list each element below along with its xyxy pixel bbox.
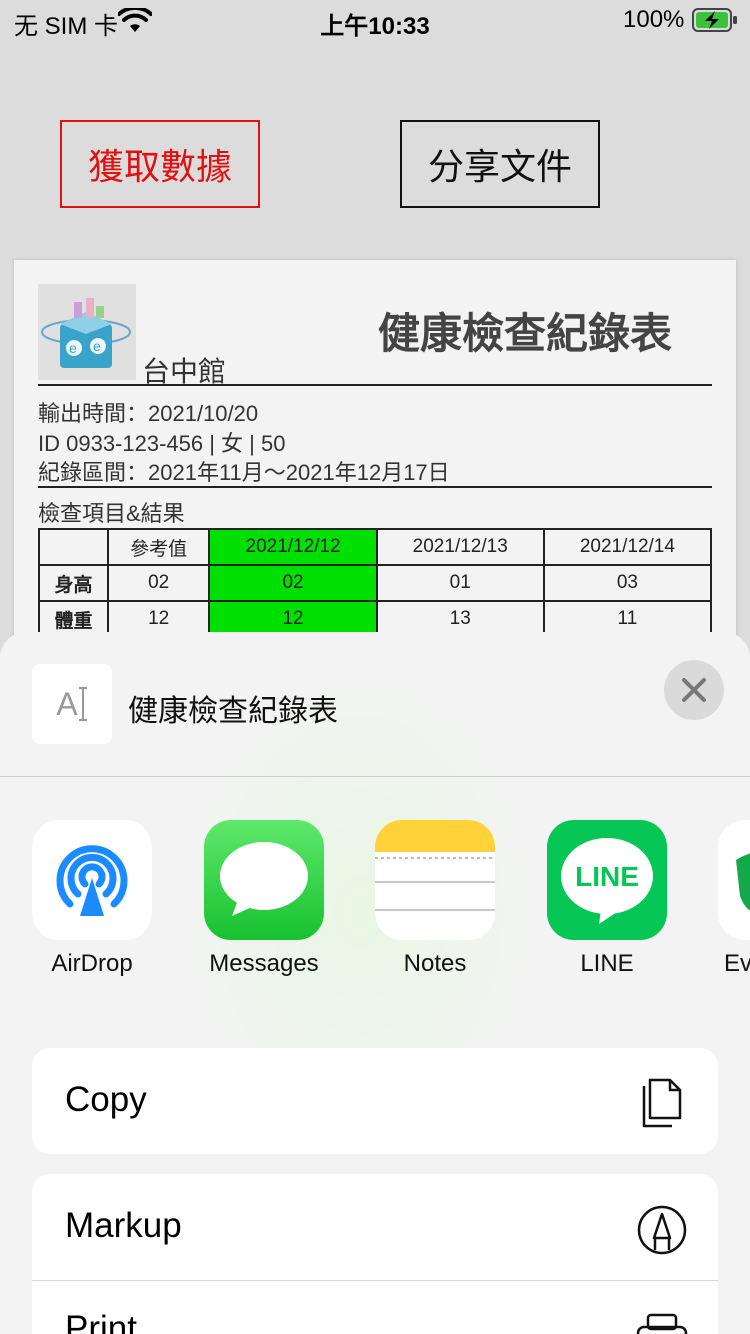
line-icon-text: LINE xyxy=(575,861,639,892)
text-cursor-icon: A xyxy=(56,685,78,722)
line-icon: LINE xyxy=(547,820,667,940)
table-header-cell: 參考值 xyxy=(106,528,211,566)
document-preview: e e 台中館 健康檢查紀錄表 輸出時間：2021/10/20 ID 0933-… xyxy=(14,260,736,660)
battery-percent: 100% xyxy=(623,6,685,33)
divider xyxy=(38,486,712,488)
action-label: Markup xyxy=(65,1206,182,1245)
copy-action[interactable]: Copy xyxy=(32,1048,718,1154)
table-cell: 身高 xyxy=(38,564,109,602)
document-title: 健康檢查紀錄表 xyxy=(378,310,673,357)
document-thumbnail: A xyxy=(32,664,112,744)
notes-icon xyxy=(375,820,495,940)
divider xyxy=(38,384,712,386)
markup-action[interactable]: Markup xyxy=(32,1174,718,1281)
divider xyxy=(0,776,750,777)
action-label: Copy xyxy=(65,1080,147,1119)
markup-icon xyxy=(637,1205,687,1255)
svg-text:e: e xyxy=(93,338,101,354)
app-label: LINE xyxy=(580,950,634,977)
app-label: Notes xyxy=(403,950,467,977)
table-header-cell: 2021/12/12 xyxy=(208,528,378,566)
section-label: 檢查項目&結果 xyxy=(38,501,185,526)
share-sheet-title: 健康檢查紀錄表 xyxy=(128,695,338,728)
logo-image: e e xyxy=(38,284,136,380)
close-icon xyxy=(682,678,706,702)
status-bar: 无 SIM 卡 上午10:33 100% xyxy=(0,0,750,44)
text-cursor-icon xyxy=(78,687,87,721)
evernote-icon xyxy=(718,820,750,940)
share-app-messages[interactable]: Messages xyxy=(194,820,334,978)
table-header-cell: 2021/12/13 xyxy=(375,528,545,566)
action-label: Print xyxy=(65,1309,137,1334)
app-label: AirDrop xyxy=(51,950,133,977)
table-cell: 01 xyxy=(375,564,545,602)
app-label: Messages xyxy=(209,950,319,977)
table-cell: 02 xyxy=(208,564,378,602)
app-label: Ev xyxy=(724,950,750,977)
share-app-notes[interactable]: Notes xyxy=(365,820,505,978)
table-header-row: 參考值 2021/12/12 2021/12/13 2021/12/14 xyxy=(38,528,713,566)
share-app-evernote[interactable]: Ev xyxy=(708,820,750,978)
share-app-airdrop[interactable]: AirDrop xyxy=(22,820,162,978)
messages-icon xyxy=(204,820,324,940)
share-app-line[interactable]: LINE LINE xyxy=(537,820,677,978)
print-icon xyxy=(636,1313,688,1334)
export-time: 輸出時間：2021/10/20 xyxy=(38,401,259,426)
table-header-cell: 2021/12/14 xyxy=(542,528,713,566)
table-header-cell xyxy=(38,528,109,566)
table-cell: 03 xyxy=(542,564,713,602)
record-period: 紀錄區間：2021年11月～2021年12月17日 xyxy=(38,460,450,485)
share-sheet: A 健康檢查紀錄表 AirDrop Messages Notes LINE LI… xyxy=(0,632,750,1334)
table-row: 身高 02 02 01 03 xyxy=(38,564,713,602)
airdrop-icon xyxy=(32,820,152,940)
svg-text:e: e xyxy=(69,340,77,356)
battery-charging-icon xyxy=(692,8,737,32)
table-cell: 02 xyxy=(106,564,211,602)
share-file-button[interactable]: 分享文件 xyxy=(400,120,600,208)
copy-icon xyxy=(642,1078,682,1128)
fetch-data-button[interactable]: 獲取數據 xyxy=(60,120,260,208)
id-line: ID 0933-123-456 | 女 | 50 xyxy=(38,431,286,456)
print-action[interactable]: Print xyxy=(32,1281,718,1334)
results-table: 參考值 2021/12/12 2021/12/13 2021/12/14 身高 … xyxy=(38,528,713,638)
close-button[interactable] xyxy=(664,660,724,720)
